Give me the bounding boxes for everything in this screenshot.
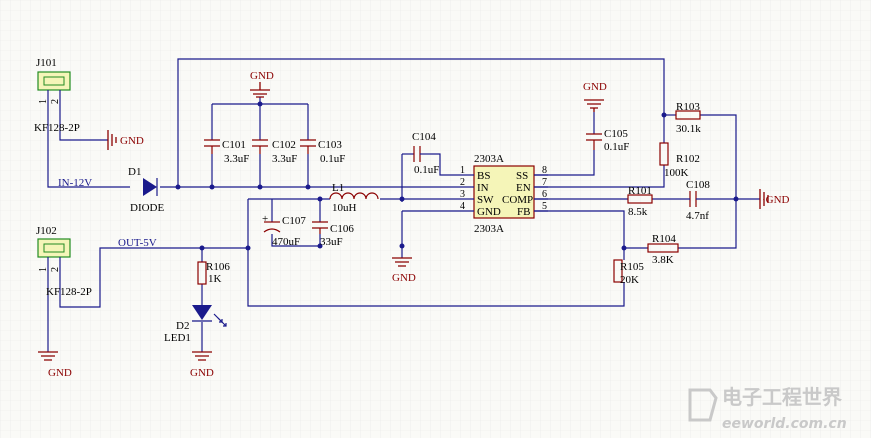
l1-value: 10uH [332, 202, 357, 214]
net-label-out5v: OUT-5V [118, 237, 157, 249]
j102-pin1: 1 [38, 267, 49, 272]
schematic-canvas: J101 1 2 KF128-2P GND IN-12V D1 DIODE GN… [0, 0, 871, 438]
c105-ref: C105 [604, 128, 628, 140]
j101-pin1: 1 [38, 99, 49, 104]
d2-value: LED1 [164, 332, 191, 344]
j102-pin2: 2 [50, 267, 61, 272]
r106-ref: R106 [206, 261, 230, 273]
ic-pin7-num: 7 [542, 177, 547, 188]
net-label-in12v: IN-12V [58, 177, 92, 189]
c108-value: 4.7nf [686, 210, 709, 222]
j101-ref: J101 [36, 57, 57, 69]
c103-value: 0.1uF [320, 153, 345, 165]
c107-value: 470uF [272, 236, 300, 248]
ic-pin5-name: FB [517, 206, 530, 218]
d2-ref: D2 [176, 320, 189, 332]
r104-ref: R104 [652, 233, 676, 245]
gnd-label-capbank: GND [250, 70, 274, 82]
c103-ref: C103 [318, 139, 342, 151]
r105-value: 20K [620, 274, 639, 286]
j102-part: KF128-2P [46, 286, 92, 298]
gnd-label-c105: GND [583, 81, 607, 93]
r105-ref: R105 [620, 261, 644, 273]
d1-value: DIODE [130, 202, 164, 214]
c104-ref: C104 [412, 131, 436, 143]
c106-value: 33uF [320, 236, 343, 248]
c105-value: 0.1uF [604, 141, 629, 153]
r102-value: 100K [664, 167, 689, 179]
gnd-label-j102: GND [48, 367, 72, 379]
c101-ref: C101 [222, 139, 246, 151]
c102-value: 3.3uF [272, 153, 297, 165]
ic-pin4-name: GND [477, 206, 501, 218]
l1-ref: L1 [332, 182, 344, 194]
r101-value: 8.5k [628, 206, 648, 218]
ic-pin3-num: 3 [460, 189, 465, 200]
c104-value: 0.1uF [414, 164, 439, 176]
watermark-cn: 电子工程世界 [722, 385, 842, 409]
ic-pin1-name: BS [477, 170, 490, 182]
c108-ref: C108 [686, 179, 710, 191]
ic-pin4-num: 4 [460, 201, 465, 212]
ic-pin6-name: COMP [502, 194, 533, 206]
gnd-label-right: ·GND [762, 194, 790, 206]
ic-pin8-num: 8 [542, 165, 547, 176]
ic-pin8-name: SS [516, 170, 528, 182]
ic-pin6-num: 6 [542, 189, 547, 200]
r103-value: 30.1k [676, 123, 701, 135]
r104-value: 3.8K [652, 254, 674, 266]
ic-pin1-num: 1 [460, 165, 465, 176]
ic-pin3-name: SW [477, 194, 494, 206]
ic-pin2-name: IN [477, 182, 489, 194]
gnd-label-ic: GND [392, 272, 416, 284]
ic-name-top: 2303A [474, 153, 504, 165]
c107-plus: + [262, 213, 268, 225]
r102-ref: R102 [676, 153, 700, 165]
c101-value: 3.3uF [224, 153, 249, 165]
ic-pin2-num: 2 [460, 177, 465, 188]
c107-ref: C107 [282, 215, 306, 227]
gnd-label-led: GND [190, 367, 214, 379]
gnd-label-j101: GND [120, 135, 144, 147]
j101-part: KF128-2P [34, 122, 80, 134]
watermark-url: eeworld.com.cn [722, 416, 847, 432]
c102-ref: C102 [272, 139, 296, 151]
r106-value: 1K [208, 273, 222, 285]
gnd-label-right-text: GND [766, 194, 790, 206]
d1-ref: D1 [128, 166, 141, 178]
ic-pin7-name: EN [516, 182, 531, 194]
j102-ref: J102 [36, 225, 57, 237]
c106-ref: C106 [330, 223, 354, 235]
grid-background [0, 0, 871, 438]
j101-pin2: 2 [50, 99, 61, 104]
ic-name-bottom: 2303A [474, 223, 504, 235]
ic-pin5-num: 5 [542, 201, 547, 212]
